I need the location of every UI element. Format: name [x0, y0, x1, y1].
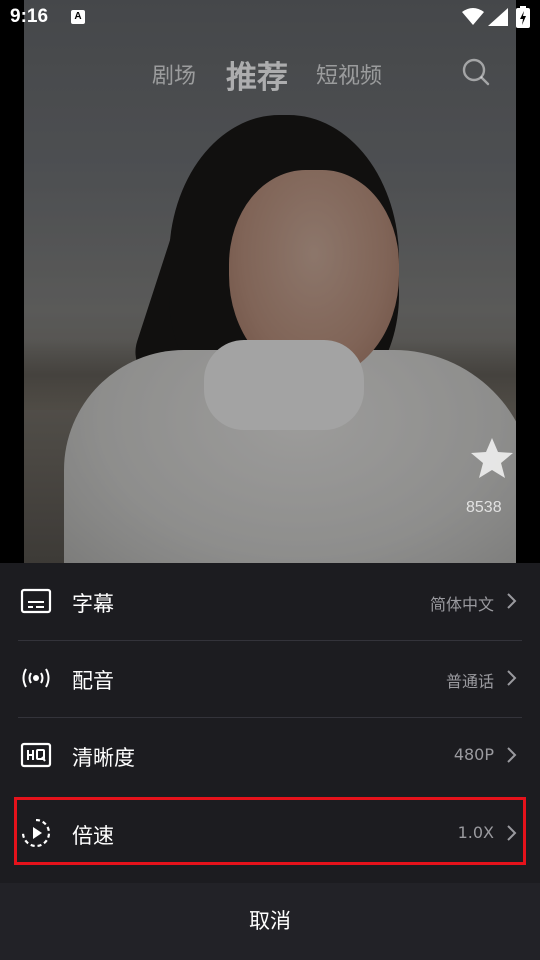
- settings-row-subtitles[interactable]: 字幕 简体中文: [0, 563, 540, 639]
- settings-row-dubbing[interactable]: 配音 普通话: [0, 640, 540, 716]
- tab-theater[interactable]: 剧场: [152, 58, 196, 90]
- notification-a-icon: A: [71, 10, 85, 24]
- battery-charging-icon: [516, 6, 530, 28]
- settings-row-value: 普通话: [445, 672, 494, 691]
- highlight-box: [14, 797, 526, 865]
- tab-recommend[interactable]: 推荐: [226, 52, 288, 97]
- subtitles-icon: [20, 588, 52, 614]
- audio-broadcast-icon: [22, 668, 50, 688]
- top-nav: 剧场 推荐 短视频: [0, 52, 540, 96]
- chevron-right-icon: [507, 747, 517, 763]
- cancel-bar: 取消: [0, 883, 540, 960]
- like-count: 8538: [466, 499, 502, 516]
- settings-row-value: 简体中文: [429, 595, 494, 614]
- settings-row-value: 480P: [453, 745, 494, 764]
- star-icon[interactable]: [468, 436, 516, 482]
- search-icon[interactable]: [462, 58, 490, 86]
- cellular-signal-icon: [488, 8, 508, 26]
- status-bar: 9:16 A: [0, 0, 540, 36]
- settings-row-label: 配音: [72, 669, 114, 693]
- chevron-right-icon: [507, 593, 517, 609]
- settings-row-resolution[interactable]: 清晰度 480P: [0, 717, 540, 793]
- cancel-button[interactable]: 取消: [0, 883, 540, 960]
- tab-short-video[interactable]: 短视频: [316, 58, 382, 90]
- settings-row-label: 清晰度: [72, 746, 135, 770]
- chevron-right-icon: [507, 670, 517, 686]
- settings-row-label: 字幕: [72, 592, 114, 616]
- status-time: 9:16: [10, 6, 49, 27]
- hq-icon: [20, 742, 52, 768]
- wifi-icon: [462, 8, 484, 25]
